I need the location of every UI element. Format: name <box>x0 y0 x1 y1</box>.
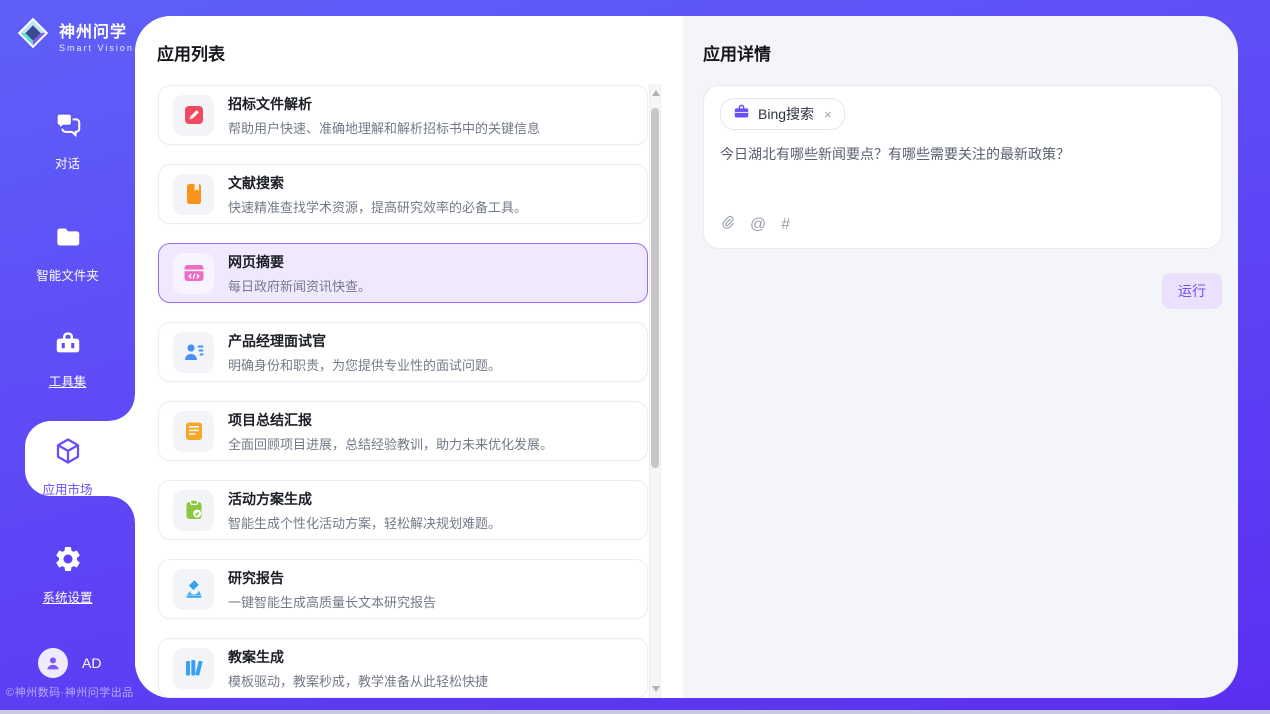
app-desc: 全面回顾项目进展，总结经验教训，助力未来优化发展。 <box>228 434 553 453</box>
prompt-card: Bing搜索 × 今日湖北有哪些新闻要点？有哪些需要关注的最新政策？ @ # <box>703 85 1222 249</box>
app-desc: 每日政府新闻资讯快查。 <box>228 276 371 295</box>
prompt-input[interactable]: 今日湖北有哪些新闻要点？有哪些需要关注的最新政策？ <box>720 144 1205 164</box>
app-card-web-summary[interactable]: 网页摘要 每日政府新闻资讯快查。 <box>158 243 648 303</box>
scrollbar-thumb[interactable] <box>651 108 659 468</box>
user-account[interactable]: AD <box>38 648 101 678</box>
microscope-icon <box>173 569 214 610</box>
app-desc: 快速精准查找学术资源，提高研究效率的必备工具。 <box>228 197 527 216</box>
sidebar-item-chat[interactable]: 对话 <box>0 110 135 172</box>
app-card-project-summary[interactable]: 项目总结汇报 全面回顾项目进展，总结经验教训，助力未来优化发展。 <box>158 401 648 461</box>
app-card-research-report[interactable]: 研究报告 一键智能生成高质量长文本研究报告 <box>158 559 648 619</box>
brand-name: 神州问学 <box>59 18 134 42</box>
app-card-literature-search[interactable]: 文献搜索 快速精准查找学术资源，提高研究效率的必备工具。 <box>158 164 648 224</box>
app-name: 研究报告 <box>228 568 436 588</box>
cube-icon <box>53 436 83 471</box>
sidebar-item-settings[interactable]: 系统设置 <box>0 544 135 606</box>
app-name: 招标文件解析 <box>228 94 540 114</box>
sidebar: 神州问学 Smart Vision 对话 智能文件夹 <box>0 0 135 714</box>
app-card-bid-doc-parse[interactable]: 招标文件解析 帮助用户快速、准确地理解和解析招标书中的关键信息 <box>158 85 648 145</box>
app-name: 活动方案生成 <box>228 489 501 509</box>
paperclip-icon[interactable] <box>720 214 735 236</box>
sidebar-item-toolkit[interactable]: 工具集 <box>0 328 135 390</box>
main-shell: 应用列表 招标文件解析 帮助用户快速、准确地理解和解析招标书中的关键信息 <box>135 16 1238 698</box>
app-name: 教案生成 <box>228 647 488 667</box>
sidebar-item-smart-folder[interactable]: 智能文件夹 <box>0 222 135 284</box>
app-name: 网页摘要 <box>228 252 371 272</box>
toolbox-icon <box>53 328 83 363</box>
sidebar-item-label: 对话 <box>55 153 80 172</box>
app-card-pm-interviewer[interactable]: 产品经理面试官 明确身份和职责，为您提供专业性的面试问题。 <box>158 322 648 382</box>
app-card-event-plan[interactable]: 活动方案生成 智能生成个性化活动方案，轻松解决规划难题。 <box>158 480 648 540</box>
mention-at-icon[interactable]: @ <box>750 216 766 234</box>
avatar <box>38 648 68 678</box>
user-initials: AD <box>82 655 101 671</box>
prompt-toolbar: @ # <box>720 214 790 236</box>
app-desc: 智能生成个性化活动方案，轻松解决规划难题。 <box>228 513 501 532</box>
app-list-panel: 应用列表 招标文件解析 帮助用户快速、准确地理解和解析招标书中的关键信息 <box>135 16 683 698</box>
app-detail-panel: 应用详情 Bing搜索 × 今日湖北有哪些新闻要点？有哪些需要关注的最新政策？ <box>683 16 1238 698</box>
books-icon <box>173 648 214 689</box>
tool-chip-bing-search[interactable]: Bing搜索 × <box>720 98 845 130</box>
app-list-title: 应用列表 <box>157 40 225 65</box>
app-name: 文献搜索 <box>228 173 527 193</box>
app-card-lesson-plan[interactable]: 教案生成 模板驱动，教案秒成，教学准备从此轻松快捷 <box>158 638 648 698</box>
bottom-edge-strip <box>0 710 1270 714</box>
doc-edit-icon <box>173 95 214 136</box>
book-icon <box>173 174 214 215</box>
sidebar-item-label: 系统设置 <box>42 587 92 606</box>
app-desc: 帮助用户快速、准确地理解和解析招标书中的关键信息 <box>228 118 540 137</box>
sidebar-item-label: 智能文件夹 <box>36 265 99 284</box>
app-list: 招标文件解析 帮助用户快速、准确地理解和解析招标书中的关键信息 文献搜索 快速精… <box>158 85 648 698</box>
scrollbar-track[interactable] <box>649 84 661 698</box>
brand-logo: 神州问学 Smart Vision <box>14 14 134 57</box>
app-name: 产品经理面试官 <box>228 331 501 351</box>
interviewer-icon <box>173 332 214 373</box>
app-desc: 明确身份和职责，为您提供专业性的面试问题。 <box>228 355 501 374</box>
app-detail-title: 应用详情 <box>703 40 1222 65</box>
chat-icon <box>53 110 83 145</box>
app-name: 项目总结汇报 <box>228 410 553 430</box>
sidebar-item-app-market[interactable]: 应用市场 <box>0 436 135 498</box>
folder-icon <box>53 222 83 257</box>
clipboard-check-icon <box>173 490 214 531</box>
tool-chip-label: Bing搜索 <box>758 104 814 124</box>
app-desc: 模板驱动，教案秒成，教学准备从此轻松快捷 <box>228 671 488 690</box>
gear-icon <box>53 544 83 579</box>
sidebar-item-label: 应用市场 <box>42 479 92 498</box>
diamond-logo-icon <box>14 14 52 57</box>
browser-code-icon <box>173 253 214 294</box>
report-pad-icon <box>173 411 214 452</box>
copyright-footer: ©神州数码·神州问学出品 <box>6 684 134 700</box>
app-desc: 一键智能生成高质量长文本研究报告 <box>228 592 436 611</box>
scroll-up-arrow-icon[interactable] <box>652 90 660 96</box>
sidebar-item-label: 工具集 <box>49 371 87 390</box>
chip-close-icon[interactable]: × <box>824 108 832 121</box>
hash-icon[interactable]: # <box>781 216 790 234</box>
scroll-down-arrow-icon[interactable] <box>652 686 660 692</box>
brand-subtitle: Smart Vision <box>59 43 134 53</box>
briefcase-icon <box>733 103 750 125</box>
run-button[interactable]: 运行 <box>1162 273 1222 309</box>
